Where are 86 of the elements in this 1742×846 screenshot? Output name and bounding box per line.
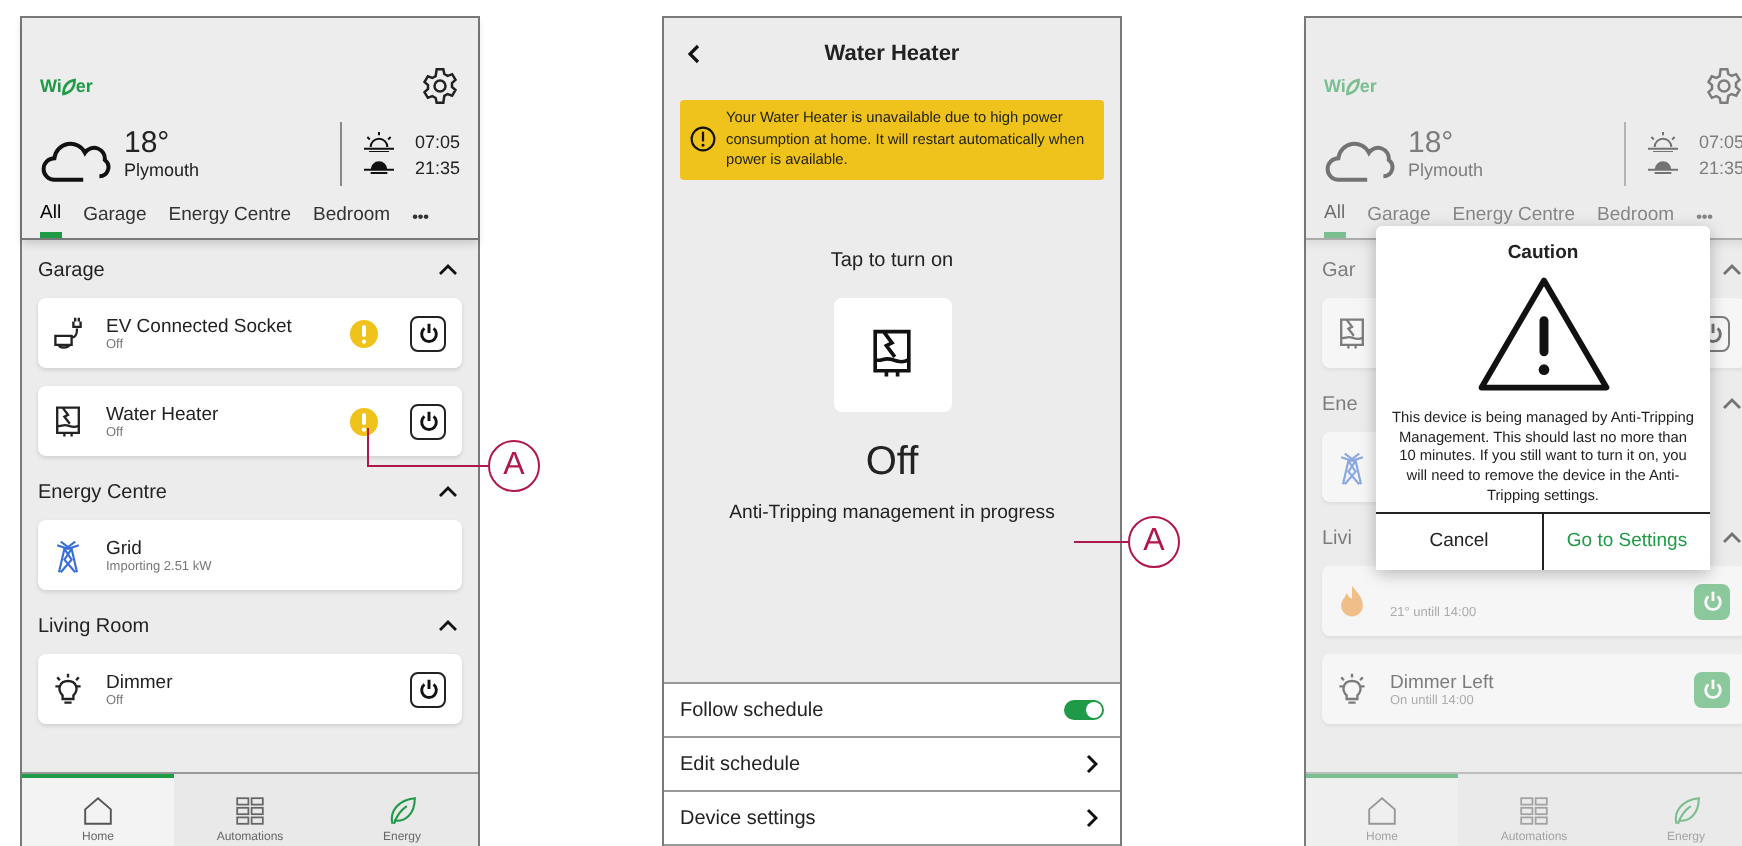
settings-button[interactable]: Go to Settings <box>1542 513 1710 570</box>
toggle-switch[interactable] <box>1064 700 1104 720</box>
more-button[interactable]: ••• <box>412 204 429 238</box>
tiles-icon <box>1518 796 1550 826</box>
room-tab[interactable]: All <box>40 198 62 238</box>
room-tab[interactable]: Energy Centre <box>1452 200 1576 238</box>
leaf-icon <box>61 77 76 95</box>
leaf-icon <box>386 796 418 826</box>
section-title: Ene <box>1322 393 1358 415</box>
logo-text: er <box>75 76 93 96</box>
sunset-icon <box>362 157 397 177</box>
back-icon[interactable] <box>688 44 700 64</box>
device-name: Dimmer <box>106 671 175 693</box>
sunset-time: 21:35 <box>414 157 460 177</box>
section-title: Livi <box>1322 527 1353 549</box>
plug-icon <box>50 315 86 351</box>
temperature: 18° <box>1408 128 1456 160</box>
room-tab[interactable]: Garage <box>83 200 147 238</box>
chevron-icon[interactable] <box>438 620 458 632</box>
settings-label: Edit schedule <box>680 753 801 775</box>
room-tab[interactable]: Bedroom <box>1597 200 1675 238</box>
device-name: Dimmer Left <box>1390 671 1496 693</box>
chevron-icon[interactable] <box>1086 754 1098 774</box>
city-name: Plymouth <box>124 160 202 180</box>
cloud-icon <box>40 136 112 184</box>
section-title: Garage <box>38 259 105 281</box>
device-toggle-button[interactable] <box>833 297 951 412</box>
home-icon <box>1366 796 1398 826</box>
section-title: Living Room <box>38 615 150 637</box>
device-name: Water Heater <box>106 403 221 425</box>
sunset-icon <box>1646 157 1681 177</box>
home-icon <box>82 796 114 826</box>
settings-row[interactable]: Device settings <box>664 792 1120 846</box>
tiles-icon <box>234 796 266 826</box>
screen-title: Water Heater <box>824 42 960 66</box>
cancel-button[interactable]: Cancel <box>1376 513 1542 570</box>
room-tab[interactable]: All <box>1324 198 1346 238</box>
lightbulb-icon <box>50 671 86 707</box>
leaf-icon <box>1345 77 1360 95</box>
cloud-icon <box>1324 136 1396 184</box>
chevron-icon[interactable] <box>438 264 458 276</box>
device-name: EV Connected Socket <box>106 315 294 337</box>
more-button[interactable]: ••• <box>1696 204 1713 238</box>
section-title: Energy Centre <box>38 481 167 503</box>
callout-label: A <box>488 440 540 492</box>
room-tab[interactable]: Garage <box>1367 200 1431 238</box>
settings-icon[interactable] <box>420 66 460 106</box>
leaf-icon <box>1670 796 1702 826</box>
section-title: Gar <box>1322 259 1356 281</box>
device-state: Off <box>865 439 919 486</box>
settings-label: Device settings <box>680 807 816 829</box>
logo-text: Wi <box>40 76 62 96</box>
callout-label: A <box>1128 516 1180 568</box>
heater-icon <box>1334 315 1370 351</box>
power-button[interactable] <box>410 315 446 351</box>
lightbulb-icon <box>1334 671 1370 707</box>
chevron-icon[interactable] <box>1086 808 1098 828</box>
sunrise-icon <box>362 131 397 151</box>
leader-line <box>1074 540 1130 544</box>
logo-text: Wi <box>1324 76 1346 96</box>
power-button[interactable] <box>410 403 446 439</box>
alert-icon <box>690 126 716 153</box>
heater-icon <box>50 403 86 439</box>
power-icon <box>417 322 439 344</box>
status-note: Anti-Tripping management in progress <box>729 501 1055 524</box>
settings-row[interactable]: Edit schedule <box>664 738 1120 792</box>
logo-text: er <box>1359 76 1377 96</box>
chevron-icon[interactable] <box>438 486 458 498</box>
room-tab[interactable]: Bedroom <box>313 200 391 238</box>
temperature: 18° <box>124 128 172 160</box>
power-icon <box>417 410 439 432</box>
settings-row[interactable]: Follow schedule <box>664 684 1120 738</box>
device-name: Grid <box>106 537 144 559</box>
leader-line <box>366 426 490 468</box>
dialog-title: Caution <box>1507 242 1579 264</box>
power-button[interactable] <box>410 671 446 707</box>
power-icon <box>417 678 439 700</box>
room-tab[interactable]: Energy Centre <box>168 200 292 238</box>
city-name: Plymouth <box>1408 160 1486 180</box>
settings-label: Follow schedule <box>680 699 824 721</box>
power-icon <box>1701 590 1723 612</box>
prompt-text: Tap to turn on <box>830 249 954 272</box>
sunrise-time: 07:05 <box>414 131 460 151</box>
power-icon <box>1701 678 1723 700</box>
warning-triangle-icon <box>1475 276 1611 392</box>
sunrise-icon <box>1646 131 1681 151</box>
